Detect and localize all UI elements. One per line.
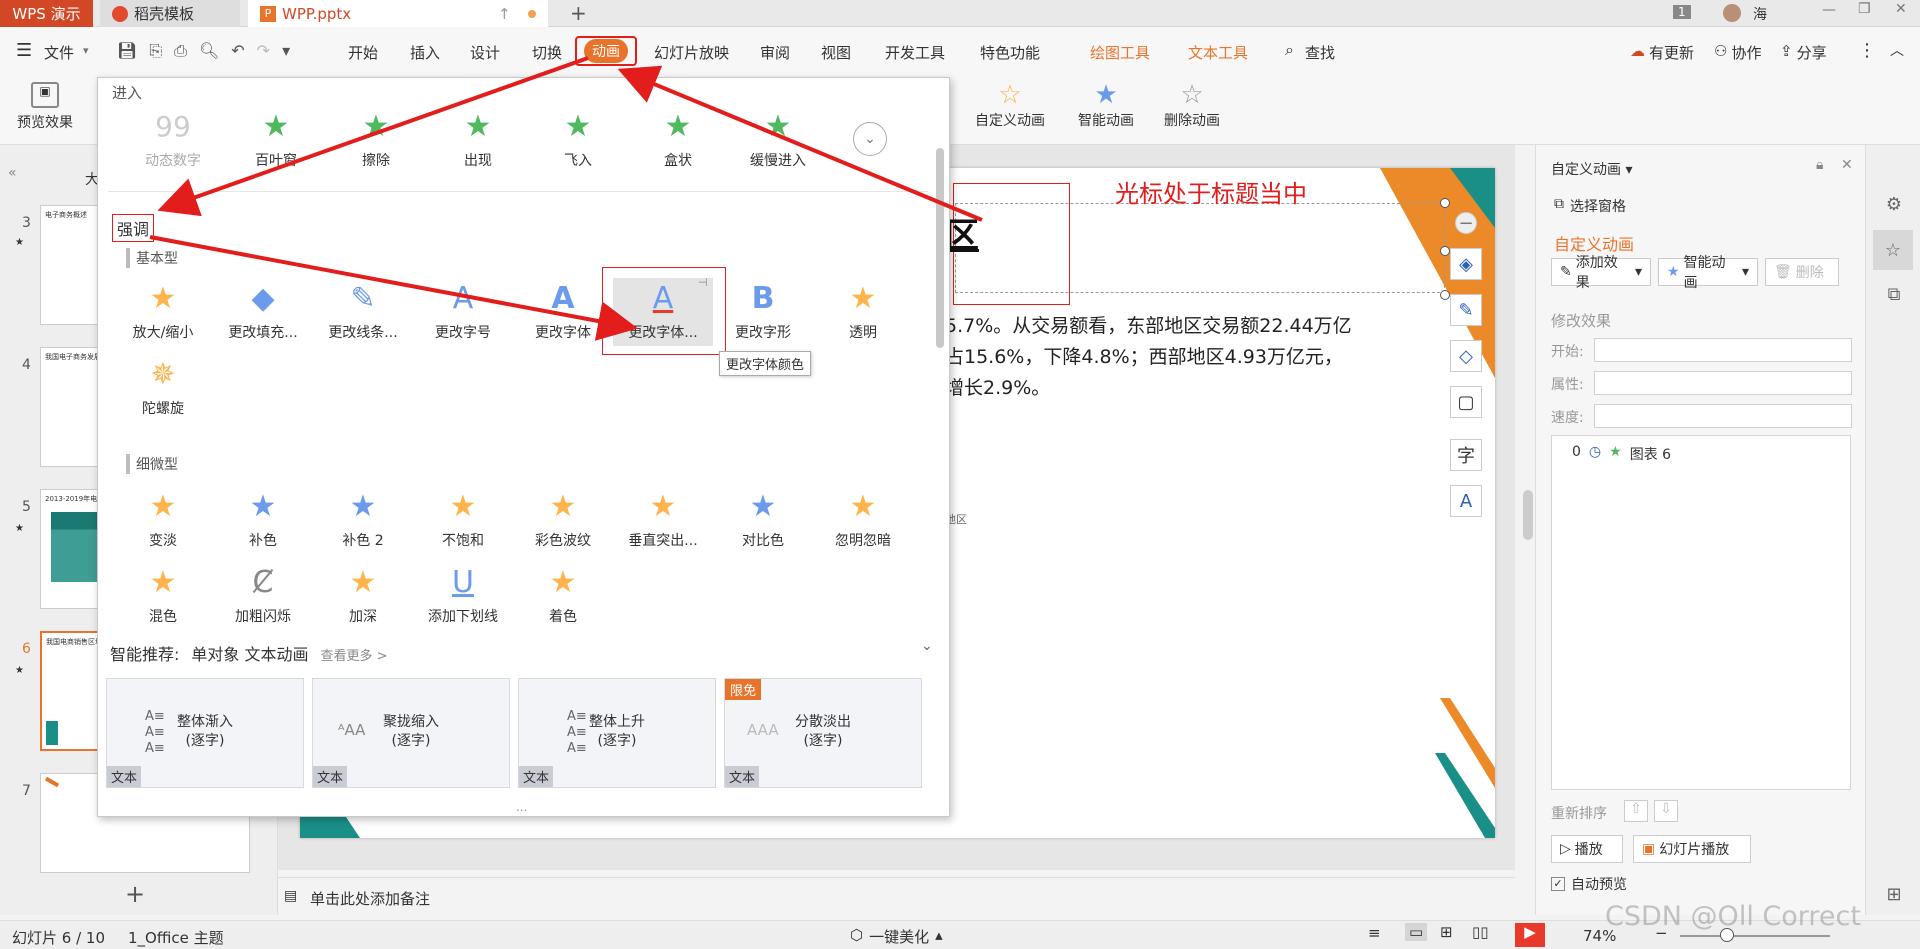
- annotation-arrows: [149, 56, 983, 341]
- arrow-to-animation-menu: [617, 65, 983, 222]
- arrow-to-font-color: [149, 235, 638, 341]
- arrow-to-emphasis: [157, 56, 589, 217]
